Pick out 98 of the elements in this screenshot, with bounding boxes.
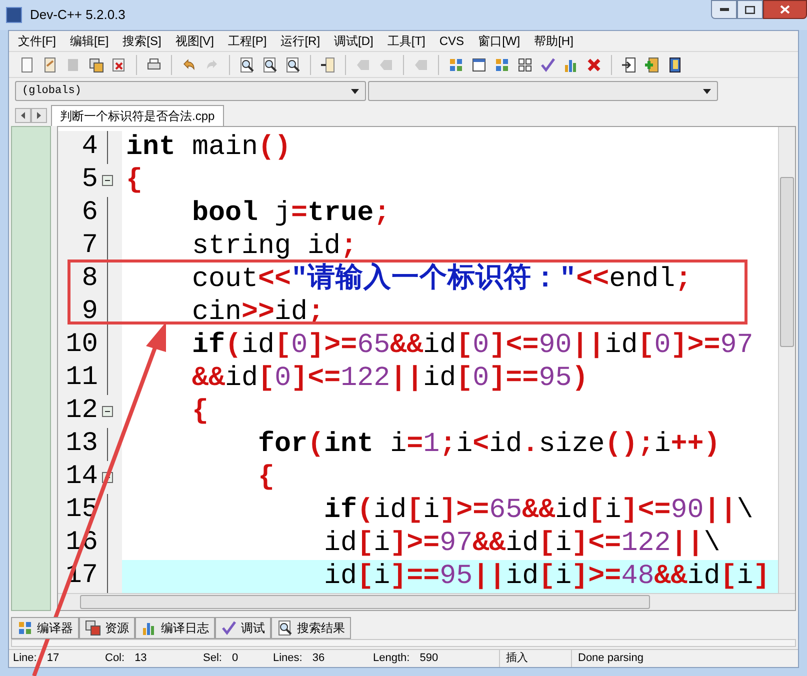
status-label: Lines: [273, 651, 302, 666]
copies-icon [85, 620, 101, 636]
maximize-icon [745, 6, 755, 14]
window-icon [471, 56, 487, 72]
status-label: Length: [373, 651, 410, 666]
menu-item[interactable]: 工具[T] [380, 31, 432, 51]
fold-toggle-icon[interactable] [102, 406, 112, 417]
code-line: if(id[i]>=65&&id[i]<=90||\ [323, 494, 754, 527]
line-number: 14 [64, 464, 98, 491]
code-line: { [191, 395, 210, 428]
left-arrow-icon [21, 112, 25, 119]
menu-item[interactable]: 工程[P] [221, 31, 274, 51]
pages-icon [88, 56, 104, 72]
status-value: 0 [232, 651, 238, 666]
line-number: 5 [80, 167, 98, 194]
line-number: 13 [64, 431, 98, 458]
status-label: Line: [13, 651, 37, 666]
line-number: 10 [64, 332, 98, 359]
status-value: 36 [312, 651, 325, 666]
close-icon [780, 5, 790, 14]
panel-tab[interactable]: 搜索结果 [271, 617, 351, 639]
line-number: 9 [80, 299, 98, 326]
plus-icon [644, 56, 660, 72]
panel-tab[interactable]: 资源 [79, 617, 135, 639]
tiles-icon [517, 56, 533, 72]
minimize-button[interactable] [711, 0, 737, 19]
status-message: Done parsing [571, 650, 644, 667]
grid-icon [494, 56, 510, 72]
status-value: 590 [420, 651, 438, 666]
scroll-right-button[interactable] [31, 108, 47, 123]
panel-tab[interactable]: 编译日志 [135, 617, 215, 639]
menu-item[interactable]: 帮助[H] [527, 31, 580, 51]
menu-item[interactable]: 调试[D] [327, 31, 380, 51]
vertical-scrollbar[interactable] [778, 127, 795, 593]
menu-item[interactable]: 编辑[E] [63, 31, 116, 51]
page-icon [65, 56, 81, 72]
magnifier-icon [239, 56, 255, 72]
line-number: 11 [64, 365, 98, 392]
printer-icon [146, 56, 162, 72]
fold-toggle-icon[interactable] [102, 175, 112, 186]
status-value: 13 [134, 651, 147, 666]
menu-item[interactable]: 窗口[W] [471, 31, 528, 51]
close-button[interactable] [763, 0, 807, 19]
code-line: cout<<"请输入一个标识符："<<endl; [191, 263, 693, 296]
panel-tab[interactable]: 调试 [215, 617, 271, 639]
dropdown-arrow-icon [351, 88, 359, 94]
status-label: Sel: [203, 651, 222, 666]
grid-icon [448, 56, 464, 72]
dropdown-arrow-icon [703, 88, 711, 94]
menu-item[interactable]: CVS [432, 31, 472, 51]
undo-icon [181, 56, 197, 72]
line-number: 4 [80, 134, 98, 161]
line-number: 6 [80, 200, 98, 227]
scrollbar-thumb[interactable] [80, 595, 650, 609]
grid-icon [17, 620, 33, 636]
cross-icon [586, 56, 602, 72]
magnifier-icon [262, 56, 278, 72]
line-number: 7 [80, 233, 98, 260]
file-tab[interactable]: 判断一个标识符是否合法.cpp [51, 105, 224, 126]
bar-chart-icon [141, 620, 157, 636]
code-line: if(id[0]>=65&&id[0]<=90||id[0]>=97 [191, 329, 754, 362]
edit-mode: 插入 [499, 650, 571, 667]
app-icon [6, 7, 22, 23]
page-icon [19, 56, 35, 72]
status-label: Col: [105, 651, 125, 666]
menu-item[interactable]: 运行[R] [274, 31, 328, 51]
code-line: int main() [125, 131, 292, 164]
magnifier-icon [285, 56, 301, 72]
check-icon [540, 56, 556, 72]
minimize-icon [720, 8, 728, 11]
window-title: Dev-C++ 5.2.0.3 [30, 6, 126, 24]
menu-item[interactable]: 文件[F] [11, 31, 63, 51]
line-number: 8 [80, 266, 98, 293]
indent-icon [320, 56, 336, 72]
book-icon [667, 56, 683, 72]
code-line: bool j=true; [191, 197, 392, 230]
status-value: 17 [46, 651, 60, 666]
door-icon [621, 56, 637, 72]
dropdown[interactable]: (globals) [15, 81, 366, 101]
page-cross-icon [111, 56, 127, 72]
right-arrow-icon [37, 112, 41, 119]
page-icon [42, 56, 58, 72]
code-line: id[i]>=97&&id[i]<=122||\ [323, 527, 722, 560]
code-line: { [125, 164, 144, 197]
horizontal-scrollbar[interactable] [58, 593, 795, 610]
scroll-left-button[interactable] [15, 108, 31, 123]
line-number: 12 [64, 398, 98, 425]
panel-tab[interactable]: 编译器 [11, 617, 79, 639]
code-line: for(int i=1;i<id.size();i++) [257, 428, 722, 461]
code-line: { [257, 461, 276, 494]
menu-item[interactable]: 视图[V] [168, 31, 222, 51]
maximize-button[interactable] [737, 0, 763, 19]
check-icon [221, 620, 237, 636]
magnifier-icon [277, 620, 293, 636]
menu-item[interactable]: 搜索[S] [116, 31, 168, 51]
code-line: string id; [191, 230, 358, 263]
scrollbar-thumb[interactable] [780, 177, 794, 347]
code-line: &&id[0]<=122||id[0]==95) [191, 362, 590, 395]
